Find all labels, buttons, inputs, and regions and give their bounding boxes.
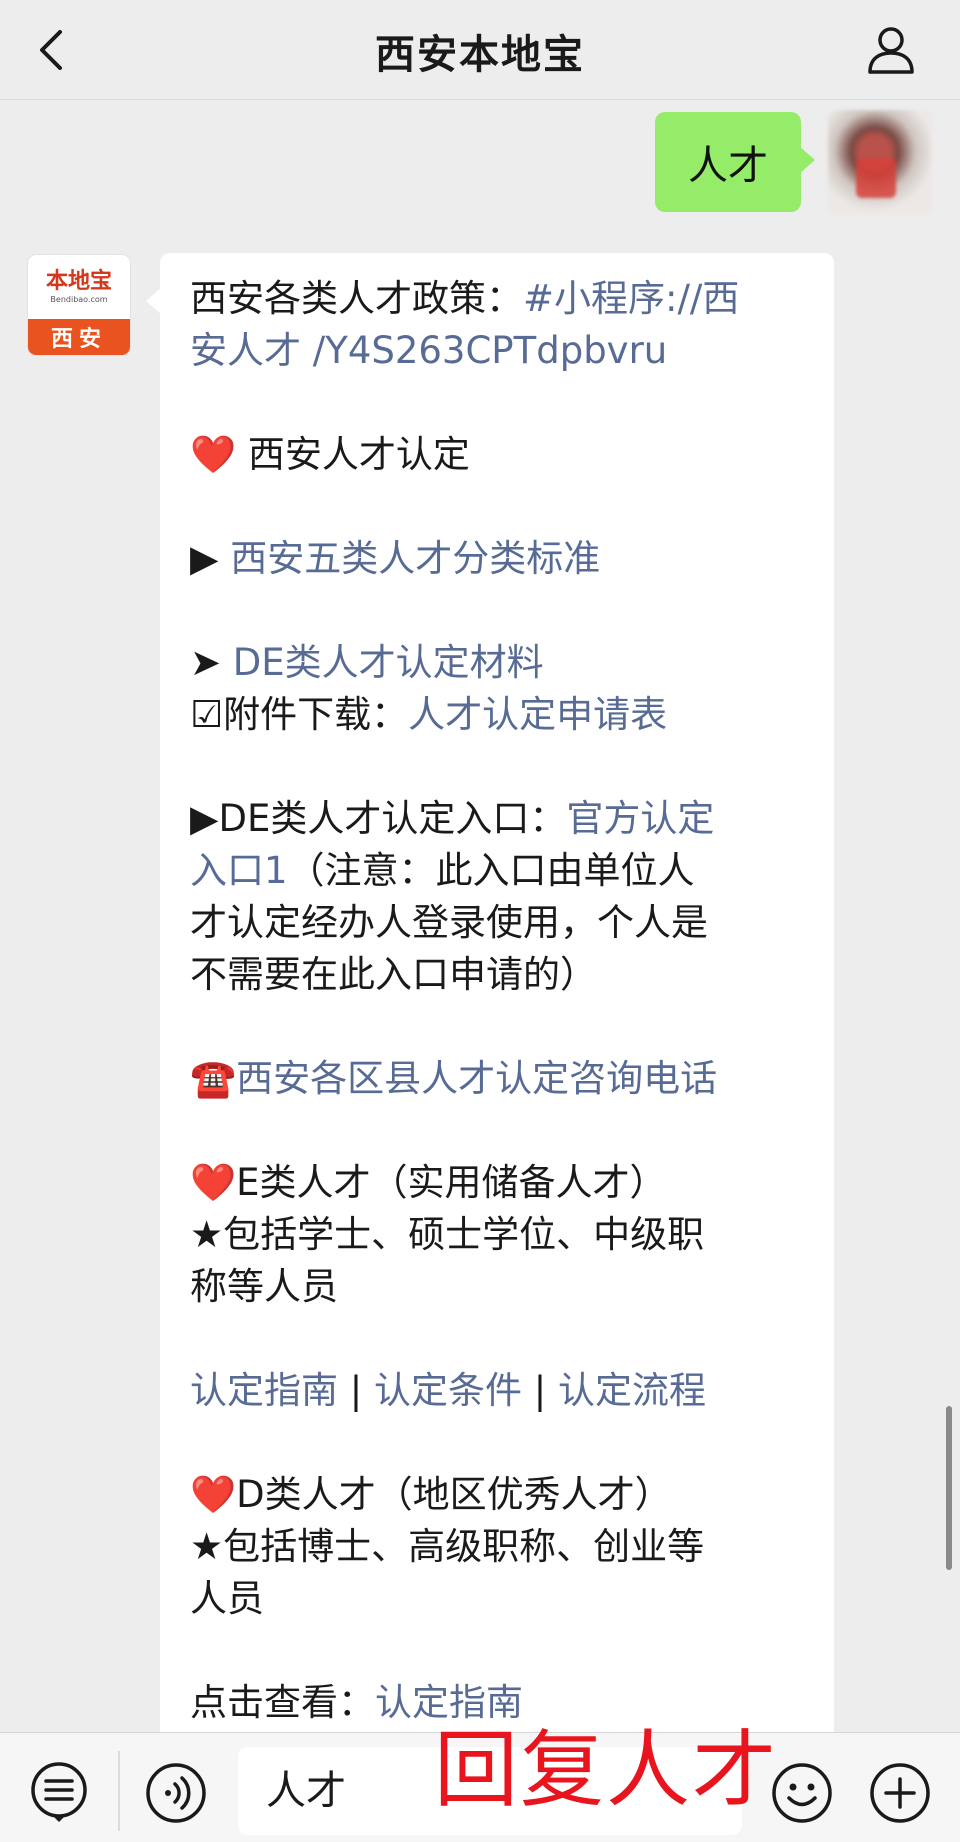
avatar-logo-subtext: Bendibao.com [50, 295, 108, 304]
outgoing-message-text: 人才 [688, 143, 768, 189]
message-line: 入口1（注意：此入口由单位人 [190, 845, 804, 897]
incoming-message-bubble[interactable]: 西安各类人才政策：#小程序://西 安人才 /Y4S263CPTdpbvru ❤… [146, 253, 834, 1732]
profile-button[interactable] [862, 22, 920, 78]
message-line: 认定指南 | 认定条件 | 认定流程 [190, 1365, 804, 1417]
section-heading: 西安人才认定 [236, 433, 470, 476]
mini-program-link[interactable]: #小程序://西 [523, 277, 739, 320]
text-segment: ▶DE类人才认定入口： [190, 797, 567, 840]
chat-area[interactable]: 人才 本地宝 Bendibao.com 西安 西安各类人才政策：#小程序://西… [0, 100, 960, 1732]
message-line: 安人才 /Y4S263CPTdpbvru [190, 325, 804, 377]
separator: | [522, 1369, 558, 1412]
message-line: 才认定经办人登录使用，个人是 [190, 901, 708, 944]
consult-phone-link[interactable]: 西安各区县人才认定咨询电话 [236, 1057, 717, 1100]
menu-button[interactable] [28, 1761, 90, 1823]
menu-list-icon [31, 1762, 87, 1822]
conditions-link[interactable]: 认定条件 [374, 1369, 522, 1412]
account-avatar[interactable]: 本地宝 Bendibao.com 西安 [28, 255, 130, 355]
message-line: 人员 [190, 1577, 264, 1620]
message-line: ▶ 西安五类人才分类标准 [190, 533, 804, 585]
message-line: ➤ DE类人才认定材料 [190, 637, 804, 689]
section-heading: D类人才（地区优秀人才） [236, 1473, 672, 1516]
emoji-icon [772, 1763, 832, 1823]
heart-icon: ❤️ [190, 1161, 237, 1204]
triangle-bullet-icon: ▶ [190, 537, 231, 580]
voice-icon [146, 1763, 206, 1823]
more-button[interactable] [868, 1761, 932, 1825]
avatar-logo-text: 本地宝 [45, 268, 112, 294]
message-line: ★包括博士、高级职称、创业等 [190, 1525, 705, 1568]
scrollbar[interactable] [946, 1406, 952, 1570]
person-icon [868, 27, 914, 74]
plus-icon [870, 1763, 930, 1823]
official-entry-link-cont[interactable]: 入口1 [190, 849, 288, 892]
mini-program-link-cont[interactable]: 安人才 /Y4S263CPTdpbvru [190, 329, 667, 372]
heart-icon: ❤️ [190, 1473, 237, 1516]
official-entry-link[interactable]: 官方认定 [566, 797, 714, 840]
text-segment: ☑附件下载： [190, 693, 409, 736]
toolbar-divider [118, 1751, 120, 1831]
process-link[interactable]: 认定流程 [558, 1369, 706, 1412]
text-segment: 西安各类人才政策： [190, 277, 523, 320]
voice-button[interactable] [144, 1761, 208, 1825]
message-line: ☎️西安各区县人才认定咨询电话 [190, 1053, 804, 1105]
avatar-logo-city: 西安 [28, 319, 130, 355]
telephone-icon: ☎️ [190, 1057, 237, 1100]
emoji-button[interactable] [770, 1761, 834, 1825]
message-line: ★包括学士、硕士学位、中级职 [190, 1213, 705, 1256]
top-navigation-bar: 西安本地宝 [0, 0, 960, 100]
message-line: ▶DE类人才认定入口：官方认定 [190, 793, 804, 845]
text-segment: （注意：此入口由单位人 [287, 849, 695, 892]
classification-standard-link[interactable]: 西安五类人才分类标准 [230, 537, 600, 580]
separator: | [338, 1369, 374, 1412]
message-line: 不需要在此入口申请的） [190, 953, 597, 996]
message-line: ❤️E类人才（实用储备人才） [190, 1157, 804, 1209]
guide-link[interactable]: 认定指南 [190, 1369, 338, 1412]
page-title: 西安本地宝 [375, 32, 585, 78]
message-line: 称等人员 [190, 1265, 338, 1308]
reply-hint-overlay: 回复人才 [434, 1721, 779, 1819]
text-segment: 点击查看： [190, 1681, 375, 1724]
message-line: ❤️ 西安人才认定 [190, 429, 804, 481]
outgoing-message-bubble[interactable]: 人才 [655, 112, 815, 212]
user-avatar[interactable] [828, 110, 932, 214]
arrow-bullet-icon: ➤ [190, 641, 233, 684]
guide-link[interactable]: 认定指南 [375, 1681, 523, 1724]
de-materials-link[interactable]: DE类人才认定材料 [233, 641, 544, 684]
message-line: ☑附件下载：人才认定申请表 [190, 689, 804, 741]
application-form-link[interactable]: 人才认定申请表 [408, 693, 667, 736]
section-heading: E类人才（实用储备人才） [236, 1161, 667, 1204]
message-line: 西安各类人才政策：#小程序://西 [190, 273, 804, 325]
heart-icon: ❤️ [190, 433, 237, 476]
message-line: ❤️D类人才（地区优秀人才） [190, 1469, 804, 1521]
